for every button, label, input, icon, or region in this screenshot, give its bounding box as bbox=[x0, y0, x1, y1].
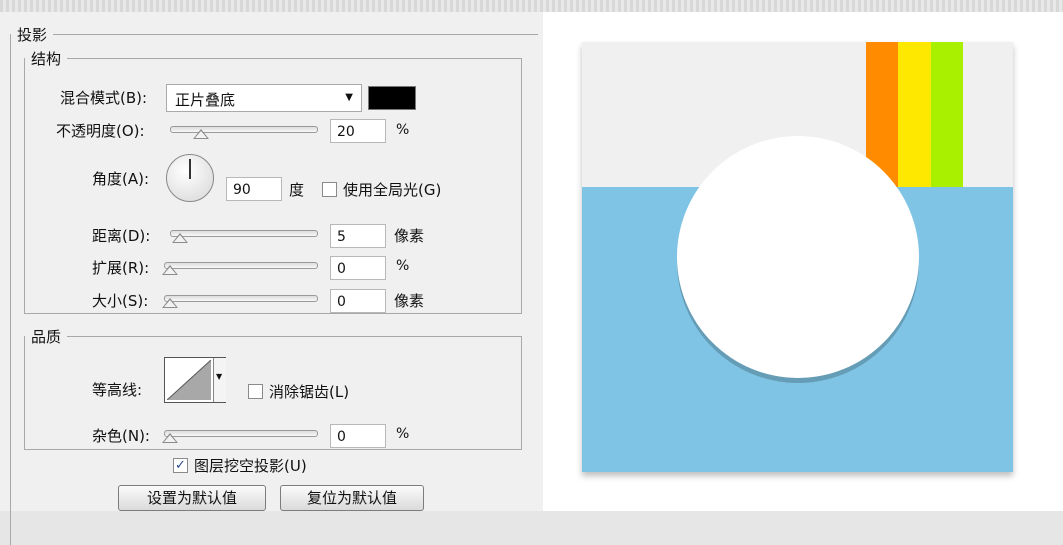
noise-input[interactable]: 0 bbox=[330, 424, 386, 448]
spread-slider-thumb[interactable] bbox=[162, 265, 178, 275]
angle-input[interactable]: 90 bbox=[226, 177, 282, 201]
anti-alias-label: 消除锯齿(L) bbox=[269, 383, 350, 401]
set-default-button[interactable]: 设置为默认值 bbox=[118, 485, 266, 511]
size-label: 大小(S): bbox=[92, 292, 149, 310]
angle-unit: 度 bbox=[289, 181, 305, 199]
opacity-label: 不透明度(O): bbox=[56, 122, 145, 140]
anti-alias-checkbox[interactable] bbox=[248, 384, 263, 399]
blend-mode-label: 混合模式(B): bbox=[60, 89, 148, 107]
section-title: 投影 bbox=[17, 26, 48, 44]
size-input[interactable]: 0 bbox=[330, 289, 386, 313]
distance-unit: 像素 bbox=[394, 227, 425, 245]
opacity-input[interactable]: 20 bbox=[330, 119, 386, 143]
angle-dial[interactable] bbox=[166, 154, 214, 202]
preview-image bbox=[582, 42, 1013, 472]
chevron-down-icon: ▼ bbox=[345, 92, 353, 103]
distance-slider-track[interactable] bbox=[170, 230, 318, 237]
spread-slider-track[interactable] bbox=[164, 262, 318, 269]
top-strip bbox=[0, 0, 1063, 12]
angle-dial-needle bbox=[189, 159, 191, 179]
size-slider-track[interactable] bbox=[164, 295, 318, 302]
blend-mode-value: 正片叠底 bbox=[175, 91, 236, 109]
opacity-slider-thumb[interactable] bbox=[193, 129, 209, 139]
angle-label: 角度(A): bbox=[92, 170, 150, 188]
chevron-down-icon: ▼ bbox=[216, 372, 223, 381]
spread-unit: % bbox=[396, 258, 410, 274]
contour-dropdown-button[interactable]: ▼ bbox=[213, 358, 226, 402]
distance-slider-thumb[interactable] bbox=[172, 233, 188, 243]
drop-shadow-panel: 投影 结构 混合模式(B): 正片叠底 ▼ 不透明度(O): 20 % 角度(A… bbox=[0, 12, 544, 545]
global-light-label: 使用全局光(G) bbox=[343, 181, 442, 199]
blend-mode-select[interactable]: 正片叠底 ▼ bbox=[166, 84, 362, 112]
noise-slider-track[interactable] bbox=[164, 430, 318, 437]
preview-area bbox=[543, 12, 1063, 511]
shadow-color-swatch[interactable] bbox=[368, 86, 416, 110]
opacity-unit: % bbox=[396, 122, 410, 138]
flat-icon-illustration bbox=[582, 42, 1013, 472]
distance-input[interactable]: 5 bbox=[330, 224, 386, 248]
noise-slider-thumb[interactable] bbox=[162, 433, 178, 443]
contour-picker[interactable]: ▼ bbox=[164, 357, 226, 403]
structure-title: 结构 bbox=[31, 50, 62, 68]
size-slider-thumb[interactable] bbox=[162, 298, 178, 308]
spread-label: 扩展(R): bbox=[92, 259, 150, 277]
spread-input[interactable]: 0 bbox=[330, 256, 386, 280]
knockout-label: 图层挖空投影(U) bbox=[194, 457, 307, 475]
knockout-checkbox[interactable]: ✓ bbox=[173, 458, 188, 473]
size-unit: 像素 bbox=[394, 292, 425, 310]
global-light-checkbox[interactable] bbox=[322, 182, 337, 197]
distance-label: 距离(D): bbox=[92, 227, 151, 245]
contour-label: 等高线: bbox=[92, 381, 143, 399]
noise-unit: % bbox=[396, 426, 410, 442]
quality-title: 品质 bbox=[31, 328, 62, 346]
contour-preview-icon bbox=[167, 360, 211, 400]
noise-label: 杂色(N): bbox=[92, 427, 150, 445]
reset-default-button[interactable]: 复位为默认值 bbox=[280, 485, 424, 511]
